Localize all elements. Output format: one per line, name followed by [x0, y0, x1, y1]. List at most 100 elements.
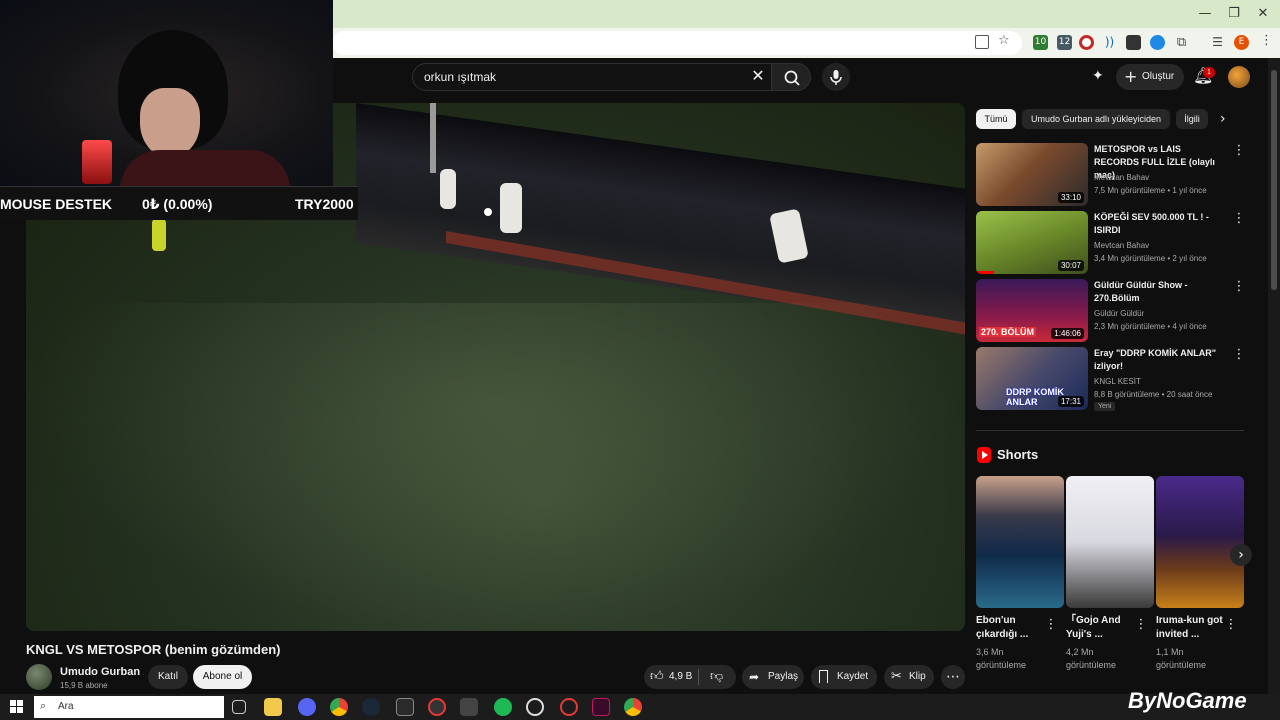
- search-icon: [784, 70, 800, 86]
- scrollbar-thumb[interactable]: [1271, 70, 1277, 290]
- rec-meta: 8,8 B görüntüleme • 20 saat önce: [1094, 390, 1213, 399]
- more-options-icon[interactable]: ⋮: [1044, 617, 1058, 633]
- more-actions-button[interactable]: ⋯: [941, 665, 965, 689]
- chevron-right-icon[interactable]: ›: [1220, 111, 1226, 127]
- new-badge: Yeni: [1094, 402, 1116, 411]
- extension-icon[interactable]: [1150, 35, 1165, 50]
- rec-channel[interactable]: Mevtcan Bahav: [1094, 172, 1234, 183]
- chip-all[interactable]: Tümü: [976, 109, 1016, 129]
- save-label: Kaydet: [837, 671, 869, 682]
- donation-goal: TRY2000: [295, 196, 354, 212]
- steelseries-icon[interactable]: [526, 698, 544, 716]
- file-explorer-icon[interactable]: [264, 698, 282, 716]
- channel-name[interactable]: Umudo Gurban: [60, 666, 140, 678]
- short-title[interactable]: Iruma-kun got invited ...: [1156, 614, 1226, 642]
- more-options-icon[interactable]: ⋮: [1224, 617, 1238, 633]
- clip-button[interactable]: ✂ Klip: [884, 665, 934, 689]
- streamer-face: [140, 88, 200, 158]
- more-options-icon[interactable]: ⋮: [1232, 279, 1246, 295]
- windows-start-icon[interactable]: [10, 700, 24, 714]
- rec-title[interactable]: KÖPEĞİ SEV 500.000 TL ! - ISIRDI: [1094, 211, 1224, 237]
- bookmark-icon: [819, 670, 828, 683]
- chrome-icon[interactable]: [330, 698, 348, 716]
- duration-badge: 1:46:06: [1051, 328, 1084, 339]
- install-app-icon[interactable]: [975, 35, 989, 49]
- user-avatar[interactable]: [1228, 66, 1250, 88]
- rec-thumbnail[interactable]: 270. BÖLÜM 1:46:06: [976, 279, 1088, 342]
- rec-thumbnail[interactable]: DDRP KOMİK ANLAR 17:31: [976, 347, 1088, 410]
- rec-thumbnail[interactable]: 30:07: [976, 211, 1088, 274]
- chip-from-uploader[interactable]: Umudo Gurban adlı yükleyiciden: [1022, 109, 1170, 129]
- discord-icon[interactable]: [298, 698, 316, 716]
- play-icon: [982, 451, 988, 459]
- epic-games-icon[interactable]: [396, 698, 414, 716]
- short-thumbnail[interactable]: [1156, 476, 1244, 608]
- search-query-text: orkun ışıtmak: [424, 70, 497, 84]
- tab-search-icon[interactable]: ☰: [1210, 35, 1225, 50]
- short-views: 1,1 Mn görüntüleme: [1156, 647, 1207, 670]
- share-label: Paylaş: [768, 671, 799, 682]
- more-options-icon[interactable]: ⋮: [1134, 617, 1148, 633]
- spotify-icon[interactable]: [494, 698, 512, 716]
- app-icon[interactable]: [592, 698, 610, 716]
- bookmark-star-icon[interactable]: ☆: [998, 33, 1010, 48]
- voice-search-button[interactable]: [822, 63, 850, 91]
- webcam-overlay: [0, 0, 333, 186]
- player-figure: [152, 219, 166, 251]
- channel-avatar[interactable]: [26, 664, 52, 690]
- short-views: 3,6 Mn görüntüleme: [976, 647, 1027, 670]
- short-title[interactable]: Ebon'un çıkardığı ...: [976, 614, 1046, 642]
- opera-icon[interactable]: [560, 698, 578, 716]
- subscribe-button[interactable]: Abone ol: [193, 665, 252, 689]
- rec-title[interactable]: Güldür Güldür Show - 270.Bölüm: [1094, 279, 1224, 305]
- thumbnail-text: 270. BÖLÜM: [979, 327, 1037, 337]
- steam-icon[interactable]: [362, 698, 380, 716]
- plus-icon: +: [1124, 67, 1138, 86]
- obs-icon[interactable]: [428, 698, 446, 716]
- profile-avatar[interactable]: E: [1234, 35, 1249, 50]
- search-button[interactable]: [771, 63, 811, 91]
- scissors-icon: ✂: [891, 669, 902, 684]
- browser-menu-icon[interactable]: ⋮: [1260, 33, 1273, 48]
- more-options-icon[interactable]: ⋮: [1232, 143, 1246, 159]
- player-figure: [440, 169, 456, 209]
- app-icon[interactable]: [460, 698, 478, 716]
- like-count[interactable]: 4,9 B: [669, 665, 692, 689]
- streamer-watermark: ByNoGame: [1128, 688, 1247, 713]
- video-title: KNGL VS METOSPOR (benim gözümden): [26, 642, 281, 657]
- close-button[interactable]: ✕: [1252, 4, 1274, 24]
- restore-button[interactable]: ❐: [1223, 4, 1245, 24]
- cast-icon[interactable]: ✦: [1092, 68, 1104, 84]
- shorts-next-button[interactable]: ›: [1230, 544, 1252, 566]
- short-thumbnail[interactable]: [976, 476, 1064, 608]
- dislike-icon[interactable]: 👎︎: [710, 665, 723, 689]
- extension-icon[interactable]: 10: [1033, 35, 1048, 50]
- task-view-icon[interactable]: [232, 700, 246, 714]
- like-dislike-group: 👍︎ 4,9 B 👎︎: [644, 665, 736, 689]
- puzzle-extensions-icon[interactable]: ⧉: [1174, 35, 1189, 50]
- minimize-button[interactable]: —: [1194, 4, 1216, 24]
- short-title[interactable]: 「Gojo And Yuji's ...: [1066, 614, 1136, 642]
- share-button[interactable]: ➦ Paylaş: [742, 665, 804, 689]
- more-options-icon[interactable]: ⋮: [1232, 347, 1246, 363]
- chrome-active-icon[interactable]: [624, 698, 642, 716]
- record-extension-icon[interactable]: [1079, 35, 1094, 50]
- chip-related[interactable]: İlgili: [1176, 109, 1208, 129]
- rgb-light: [82, 140, 112, 184]
- rec-title[interactable]: Eray "DDRP KOMİK ANLAR" izliyor!: [1094, 347, 1224, 373]
- join-button[interactable]: Katıl: [148, 665, 188, 689]
- more-options-icon[interactable]: ⋮: [1232, 211, 1246, 227]
- address-bar[interactable]: [332, 31, 1022, 55]
- wifi-extension-icon[interactable]: )): [1102, 35, 1117, 50]
- rec-thumbnail[interactable]: 33:10: [976, 143, 1088, 206]
- extension-icon[interactable]: 12: [1057, 35, 1072, 50]
- rec-channel[interactable]: Mevtcan Bahav: [1094, 240, 1234, 251]
- extension-icon[interactable]: [1126, 35, 1141, 50]
- short-thumbnail[interactable]: [1066, 476, 1154, 608]
- save-button[interactable]: Kaydet: [811, 665, 877, 689]
- like-icon[interactable]: 👍︎: [650, 665, 664, 689]
- rec-channel[interactable]: KNGL KESİT: [1094, 376, 1234, 387]
- clear-search-icon[interactable]: ✕: [748, 66, 768, 86]
- create-button[interactable]: + Oluştur: [1116, 64, 1184, 90]
- rec-channel[interactable]: Güldür Güldür: [1094, 308, 1234, 319]
